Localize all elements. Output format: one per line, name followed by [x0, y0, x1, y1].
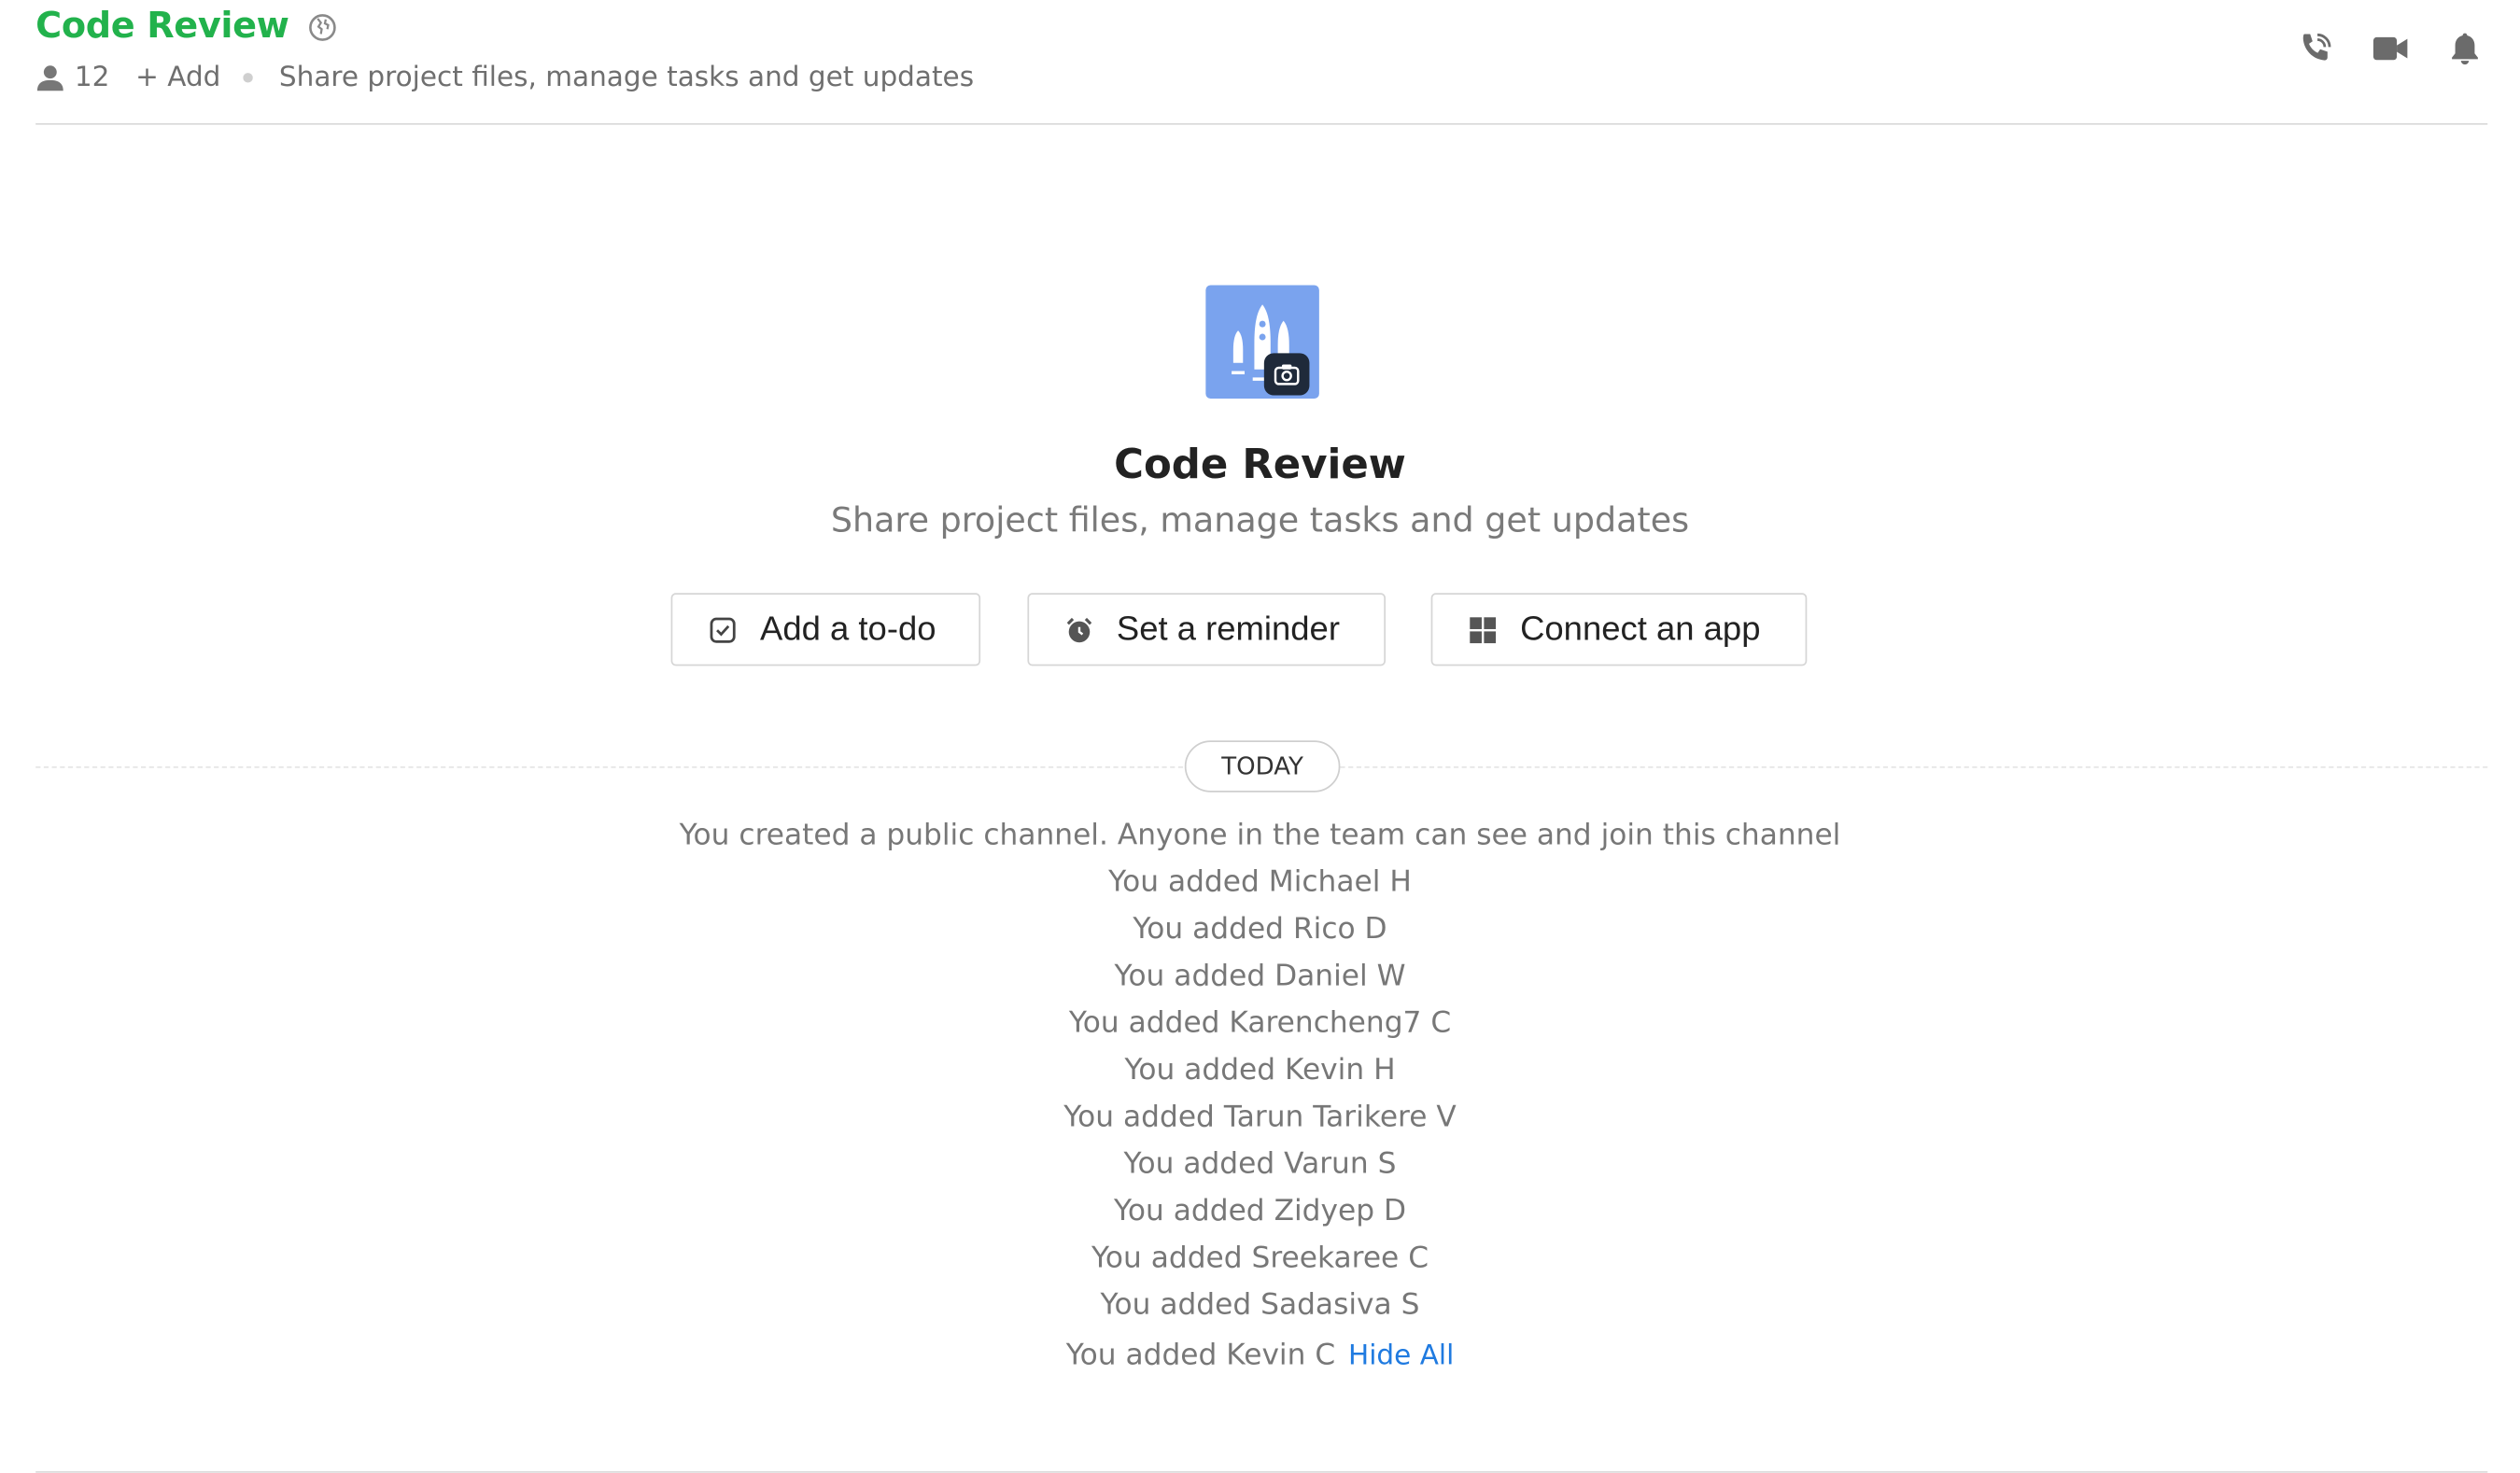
event-item-text: You added Kevin C [1065, 1338, 1336, 1373]
channel-image[interactable] [1205, 285, 1319, 399]
camera-icon[interactable] [1263, 353, 1310, 396]
connect-app-button[interactable]: Connect an app [1430, 593, 1808, 666]
hide-all-link[interactable]: Hide All [1348, 1340, 1454, 1372]
event-item: You added Zidyep D [1113, 1194, 1407, 1228]
video-camera-icon[interactable] [2371, 29, 2410, 68]
connect-app-label: Connect an app [1520, 610, 1761, 648]
hero-channel-description: Share project files, manage tasks and ge… [830, 500, 1690, 540]
event-item: You added Karencheng7 C [1068, 1005, 1452, 1041]
day-label: TODAY [1184, 740, 1341, 793]
add-member-button[interactable]: + Add [135, 62, 220, 94]
separator-dot [243, 73, 254, 83]
set-reminder-button[interactable]: Set a reminder [1027, 593, 1387, 666]
add-todo-label: Add a to-do [760, 610, 936, 648]
channel-view: Code Review 12 + Add Share project files… [0, 0, 2520, 1473]
member-count[interactable]: 12 [75, 62, 110, 94]
event-list: You created a public channel. Anyone in … [0, 812, 2520, 1379]
phone-call-icon[interactable] [2296, 29, 2335, 68]
channel-header: Code Review 12 + Add Share project files… [35, 0, 2488, 125]
composer-divider [35, 1471, 2488, 1473]
event-item: You added Tarun Tarikere V [1063, 1100, 1457, 1134]
event-item-last: You added Kevin C Hide All [0, 1332, 2520, 1379]
channel-description: Share project files, manage tasks and ge… [278, 61, 975, 94]
globe-icon[interactable] [308, 12, 337, 41]
apps-grid-icon [1469, 615, 1498, 644]
user-icon [35, 63, 64, 92]
event-item: You added Kevin H [1124, 1053, 1396, 1087]
quick-actions: Add a to-do Set a reminder Connect an ap… [0, 593, 2520, 669]
header-actions [2296, 29, 2484, 68]
event-item: You added Varun S [1123, 1146, 1397, 1182]
set-reminder-label: Set a reminder [1116, 610, 1340, 648]
channel-meta: 12 + Add Share project files, manage tas… [35, 62, 974, 94]
event-item: You added Sadasiva S [1100, 1287, 1420, 1323]
event-item: You created a public channel. Anyone in … [679, 818, 1841, 852]
alarm-clock-icon [1064, 615, 1093, 644]
title-row: Code Review [35, 7, 338, 47]
event-item: You added Daniel W [1114, 959, 1406, 993]
channel-title[interactable]: Code Review [35, 7, 289, 47]
checkbox-icon [709, 615, 738, 644]
add-todo-button[interactable]: Add a to-do [670, 593, 981, 666]
hero-channel-name: Code Review [1114, 441, 1406, 488]
event-item: You added Michael H [1108, 864, 1412, 900]
event-item: You added Sreekaree C [1091, 1241, 1429, 1275]
event-item: You added Rico D [1133, 912, 1387, 947]
bell-icon[interactable] [2445, 29, 2485, 68]
